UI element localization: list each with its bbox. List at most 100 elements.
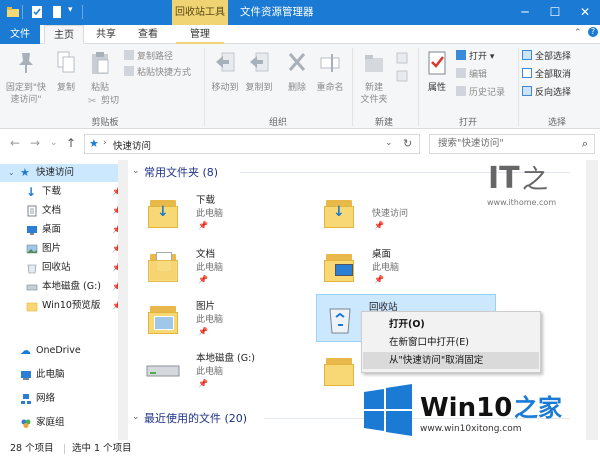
context-tab-title: 回收站工具 [172,0,228,25]
new-folder-label: 新建 文件夹 [360,83,388,105]
edit-icon [456,68,466,78]
nav-scrollbar[interactable] [118,160,128,440]
copy-to-button[interactable]: 复制到 [242,50,276,94]
address-field[interactable]: ★ › 快速访问 › ⌄ ↻ [84,134,420,154]
tile-downloads[interactable]: ↓ 下载 此电脑 📌 [144,188,324,236]
search-icon: ⌕ [581,137,588,150]
paste-button[interactable]: 粘贴 [84,50,116,94]
edit-label: 编辑 [469,70,488,80]
refresh-icon[interactable]: ↻ [403,137,412,150]
copy-label: 复制 [56,83,75,93]
maximize-button[interactable]: ☐ [540,0,570,25]
pin-quick-access-button[interactable]: 固定到"快 速访问" [4,50,48,106]
select-none-button[interactable]: 全部取消 [522,68,571,82]
up-arrow-icon[interactable]: ↑ [66,136,76,150]
new-item-icon[interactable] [396,52,408,64]
tab-file[interactable]: 文件 [0,25,40,44]
download-folder-icon: ↓ [324,196,354,228]
tile-documents[interactable]: 文档 此电脑 📌 [144,242,324,290]
tile-location: 此电脑 [196,315,224,325]
edit-button[interactable]: 编辑 [456,68,487,82]
nav-item-label: 回收站 [42,262,71,273]
nav-item-homegroup[interactable]: 家庭组 [0,414,128,432]
chevron-down-icon[interactable]: ⌄ [132,166,140,176]
pin-icon: 📌 [198,327,208,336]
paste-shortcut-label: 粘贴快捷方式 [137,68,192,78]
tab-view[interactable]: 查看 [128,25,168,44]
tile-desktop[interactable]: 桌面 此电脑 📌 [320,242,500,290]
folder-icon [26,302,38,312]
back-arrow-icon[interactable]: ← [10,136,20,150]
nav-item-downloads[interactable]: ↓ 下载 📌 [0,183,128,201]
properties-button[interactable]: 属性 [422,50,452,94]
select-all-button[interactable]: 全部选择 [522,50,571,64]
move-to-button[interactable]: 移动到 [208,50,242,94]
new-folder-button[interactable]: 新建 文件夹 [356,50,392,106]
copy-path-button[interactable]: 复制路径 [124,50,173,64]
star-icon: ★ [20,166,30,179]
nav-item-onedrive[interactable]: ☁ OneDrive [0,342,128,360]
history-button[interactable]: 历史记录 [456,86,505,100]
chevron-down-icon[interactable]: ⌄ [132,412,140,422]
nav-item-label: 本地磁盘 (G:) [42,281,101,292]
easy-access-icon[interactable] [396,70,408,82]
nav-item-recycle-bin[interactable]: 回收站 📌 [0,259,128,277]
chevron-down-icon[interactable]: ▾ [68,5,73,15]
section-header-frequent[interactable]: 常用文件夹 (8) [144,164,218,180]
tile-downloads-2[interactable]: ↓ 快速访问 📌 [320,188,500,236]
nav-item-pictures[interactable]: 图片 📌 [0,240,128,258]
address-dropdown-icon[interactable]: ⌄ [385,138,393,148]
group-separator [418,48,419,126]
cut-button[interactable]: ✂ 剪切 [88,94,119,108]
nav-item-quick-access[interactable]: ⌄ ★ 快速访问 [0,164,128,182]
menu-item-open-new-window[interactable]: 在新窗口中打开(E) [363,334,539,351]
pin-icon: 📌 [198,221,208,230]
section-header-recent[interactable]: 最近使用的文件 (20) [144,410,247,426]
tab-manage[interactable]: 管理 [176,25,224,44]
tile-location: 此电脑 [196,209,224,219]
rename-label: 重命名 [316,83,344,93]
invert-selection-button[interactable]: 反向选择 [522,86,571,100]
nav-item-desktop[interactable]: 桌面 📌 [0,221,128,239]
help-icon[interactable]: ? [588,27,598,37]
delete-button[interactable]: 删除 [284,50,310,94]
address-bar-row: ← → ⌄ ↑ ★ › 快速访问 › ⌄ ↻ 搜索"快速访问" ⌕ [0,130,600,158]
rename-button[interactable]: 重命名 [312,50,348,94]
forward-arrow-icon[interactable]: → [30,136,40,150]
close-button[interactable]: ✕ [570,0,600,25]
window-title: 文件资源管理器 [240,6,314,18]
svg-text:之家: 之家 [514,394,562,422]
ribbon: 固定到"快 速访问" 复制 粘贴 复制路径 粘贴快捷方式 ✂ 剪切 剪贴板 移动到… [0,44,600,129]
tab-home[interactable]: 主页 [44,25,84,44]
desktop-folder-icon [324,250,354,282]
star-icon: ★ [89,137,99,150]
drive-icon [26,284,38,291]
nav-item-network[interactable]: 网络 [0,390,128,408]
chevron-down-icon[interactable]: ⌄ [8,164,15,182]
paste-shortcut-button[interactable]: 粘贴快捷方式 [124,66,191,80]
navigation-pane: ⌄ ★ 快速访问 ↓ 下载 📌 文档 📌 桌面 📌 图片 📌 回收站 📌 本地磁… [0,160,128,440]
recent-locations-icon[interactable]: ⌄ [50,138,58,148]
nav-item-documents[interactable]: 文档 📌 [0,202,128,220]
breadcrumb-chevron-icon: › [145,138,149,148]
nav-item-label: 文档 [42,205,62,216]
copy-button[interactable]: 复制 [52,50,80,94]
tile-local-disk[interactable]: 本地磁盘 (G:) 此电脑 📌 [144,346,324,394]
nav-item-win10-preview[interactable]: Win10预览版 📌 [0,297,128,315]
search-input[interactable]: 搜索"快速访问" ⌕ [429,134,595,154]
cloud-icon: ☁ [20,344,31,357]
divider [22,5,23,19]
menu-item-unpin-quick-access[interactable]: 从"快速访问"取消固定 [363,352,539,369]
open-button[interactable]: 打开 ▾ [456,50,494,64]
nav-item-local-disk[interactable]: 本地磁盘 (G:) 📌 [0,278,128,296]
tab-share[interactable]: 共享 [86,25,126,44]
nav-item-this-pc[interactable]: 此电脑 [0,366,128,384]
menu-item-open[interactable]: 打开(O) [363,316,539,333]
tile-name: 图片 [196,301,216,312]
paste-icon [92,52,109,74]
tile-pictures[interactable]: 图片 此电脑 📌 [144,294,324,342]
new-folder-quick-icon[interactable] [50,5,64,19]
chevron-up-icon[interactable]: ⌃ [574,28,582,38]
properties-quick-icon[interactable] [30,5,44,19]
minimize-button[interactable]: ─ [510,0,540,25]
